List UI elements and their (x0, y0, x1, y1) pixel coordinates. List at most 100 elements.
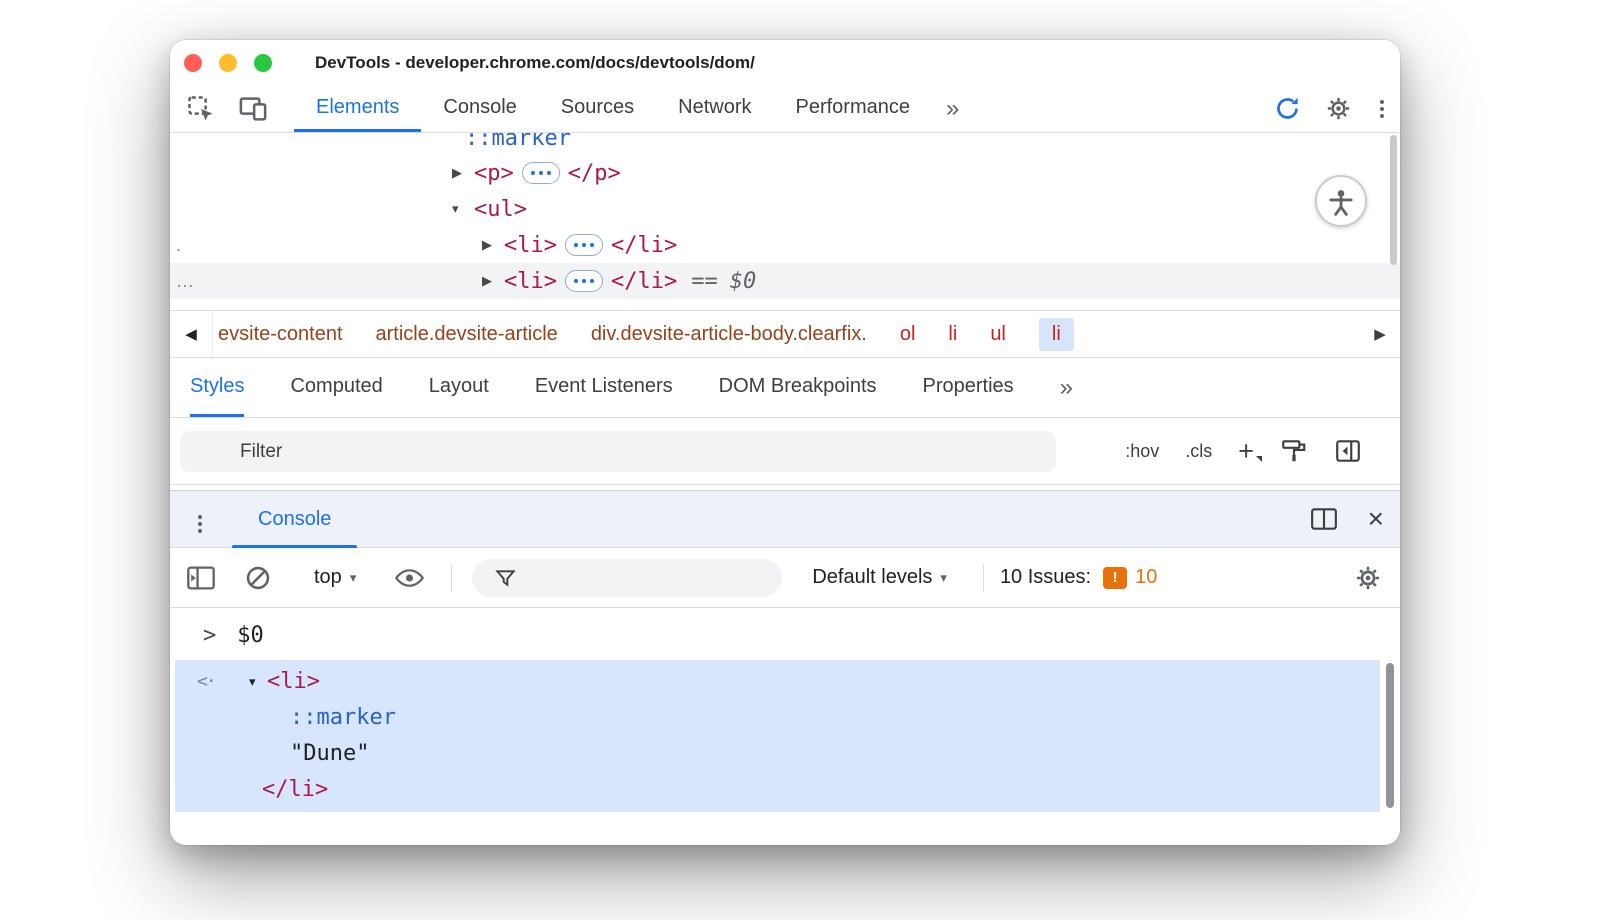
issues-count[interactable]: 10 (1135, 566, 1157, 589)
tab-properties[interactable]: Properties (923, 358, 1014, 417)
breadcrumb-item[interactable]: ol (900, 323, 916, 346)
close-window-button[interactable] (184, 54, 202, 72)
tab-styles[interactable]: Styles (190, 358, 244, 417)
tab-layout[interactable]: Layout (429, 358, 489, 417)
tree-row-ul[interactable]: ▾<ul> (170, 191, 1400, 227)
settings-gear-icon[interactable] (1325, 95, 1352, 122)
issues-icon[interactable]: ! (1103, 567, 1127, 589)
tag-open: <p> (474, 161, 514, 186)
live-expression-eye-icon[interactable] (394, 567, 425, 589)
result-expanded-arrow-icon[interactable]: ▾ (249, 664, 256, 700)
issues-label[interactable]: 10 Issues: (1000, 566, 1091, 589)
more-tabs-icon[interactable]: » (934, 95, 971, 123)
tab-dom-breakpoints[interactable]: DOM Breakpoints (719, 358, 877, 417)
new-style-rule-button[interactable]: + (1238, 438, 1254, 465)
tag-close: </li> (611, 233, 677, 258)
result-row-open: <· ▾ <li> (175, 664, 1380, 700)
inline-expand-icon[interactable] (565, 234, 603, 256)
accessibility-icon[interactable] (1315, 175, 1367, 227)
gutter-dot: . (176, 235, 181, 256)
tree-row-li-1[interactable]: . ▶<li> </li> (170, 227, 1400, 263)
result-row-marker: ::marker (175, 700, 1380, 736)
result-tag-open: <li> (267, 664, 320, 700)
console-prompt-icon: > (203, 623, 216, 648)
toggle-class-button[interactable]: .cls (1185, 441, 1212, 462)
breadcrumb-scroll-left-icon[interactable]: ◀ (170, 311, 212, 357)
breadcrumb-item[interactable]: evsite-content (218, 323, 343, 346)
styles-filter-bar: :hov .cls + (170, 418, 1400, 485)
close-drawer-icon[interactable]: × (1368, 505, 1384, 533)
tab-sources[interactable]: Sources (539, 85, 656, 132)
kebab-menu-icon[interactable] (1376, 96, 1388, 122)
tree-row-li-selected[interactable]: … ▶<li></li>==$0 (170, 263, 1400, 299)
result-row-close: </li> (175, 772, 1380, 808)
console-result-block[interactable]: <· ▾ <li> ::marker "Dune" </li> (175, 660, 1380, 812)
tab-performance[interactable]: Performance (774, 85, 933, 132)
breadcrumb: ◀ evsite-content article.devsite-article… (170, 310, 1400, 358)
tree-row-marker-clipped[interactable]: ::marker (170, 133, 1400, 156)
tag-open: <li> (504, 233, 557, 258)
breadcrumb-item-selected[interactable]: li (1039, 318, 1074, 351)
returned-value-icon: <· (197, 664, 215, 700)
console-filter-input[interactable] (524, 559, 772, 597)
more-panes-icon[interactable]: » (1060, 374, 1073, 402)
tree-collapsed-arrow-icon[interactable]: ▶ (452, 165, 474, 181)
pseudo-marker-text: ::marker (465, 133, 571, 151)
drawer-menu-icon[interactable] (194, 511, 206, 537)
extension-icon[interactable] (1274, 95, 1301, 122)
rendering-emulation-icon[interactable] (1280, 437, 1308, 465)
zoom-window-button[interactable] (254, 54, 272, 72)
tree-expanded-arrow-icon[interactable]: ▾ (452, 201, 474, 217)
tag-close: </li> (611, 269, 677, 294)
device-toolbar-icon[interactable] (238, 94, 268, 124)
console-scrollbar[interactable] (1386, 663, 1394, 808)
inline-expand-icon[interactable] (522, 162, 560, 184)
divider (451, 564, 452, 592)
breadcrumb-list: evsite-content article.devsite-article d… (218, 311, 1358, 357)
breadcrumb-scroll-right-icon[interactable]: ▶ (1362, 311, 1398, 357)
console-settings-gear-icon[interactable] (1354, 564, 1382, 592)
tree-collapsed-arrow-icon[interactable]: ▶ (482, 237, 504, 253)
result-pseudo-marker: ::marker (290, 700, 396, 736)
divider (983, 564, 984, 592)
window-title: DevTools - developer.chrome.com/docs/dev… (315, 53, 755, 73)
tab-network[interactable]: Network (656, 85, 773, 132)
chevron-down-icon: ▾ (350, 570, 357, 586)
tab-elements[interactable]: Elements (294, 85, 421, 132)
title-bar: DevTools - developer.chrome.com/docs/dev… (170, 40, 1400, 85)
console-messages: > $0 <· ▾ <li> ::marker "Dune" </li> (170, 608, 1400, 845)
styles-filter-input[interactable] (180, 431, 1056, 472)
minimize-window-button[interactable] (219, 54, 237, 72)
breadcrumb-item[interactable]: li (948, 323, 957, 346)
sidebar-toggle-icon[interactable] (1334, 437, 1362, 465)
clear-console-icon[interactable] (244, 564, 272, 592)
tab-event-listeners[interactable]: Event Listeners (535, 358, 673, 417)
sidebar-pane-tabs: Styles Computed Layout Event Listeners D… (170, 358, 1400, 418)
tree-row-p[interactable]: ▶<p></p> (170, 155, 1400, 191)
dollar-zero-ref: $0 (730, 269, 757, 294)
result-tag-close: </li> (262, 772, 328, 808)
breadcrumb-item[interactable]: div.devsite-article-body.clearfix. (591, 323, 867, 346)
result-row-text: "Dune" (175, 736, 1380, 772)
breadcrumb-item[interactable]: article.devsite-article (376, 323, 558, 346)
context-selector[interactable]: top (314, 566, 342, 589)
tree-collapsed-arrow-icon[interactable]: ▶ (482, 273, 504, 289)
tag-open: <li> (504, 269, 557, 294)
tab-computed[interactable]: Computed (290, 358, 382, 417)
default-levels-selector[interactable]: Default levels (812, 566, 932, 589)
split-panel-icon[interactable] (1310, 507, 1338, 531)
result-text-node: "Dune" (290, 736, 369, 772)
gutter-more-icon[interactable]: … (176, 271, 194, 292)
console-filter-field[interactable] (472, 559, 782, 597)
breadcrumb-item[interactable]: ul (990, 323, 1006, 346)
inline-expand-icon[interactable] (565, 270, 603, 292)
styles-filter-controls: :hov .cls + (1125, 418, 1362, 484)
tree-scrollbar[interactable] (1390, 135, 1397, 265)
filter-funnel-icon (494, 567, 517, 590)
tab-console[interactable]: Console (421, 85, 538, 132)
drawer-header: Console × (170, 490, 1400, 548)
inspect-element-icon[interactable] (186, 94, 216, 124)
toggle-hover-state-button[interactable]: :hov (1125, 441, 1159, 462)
drawer-tab-console[interactable]: Console (232, 491, 357, 547)
console-sidebar-icon[interactable] (186, 565, 216, 591)
